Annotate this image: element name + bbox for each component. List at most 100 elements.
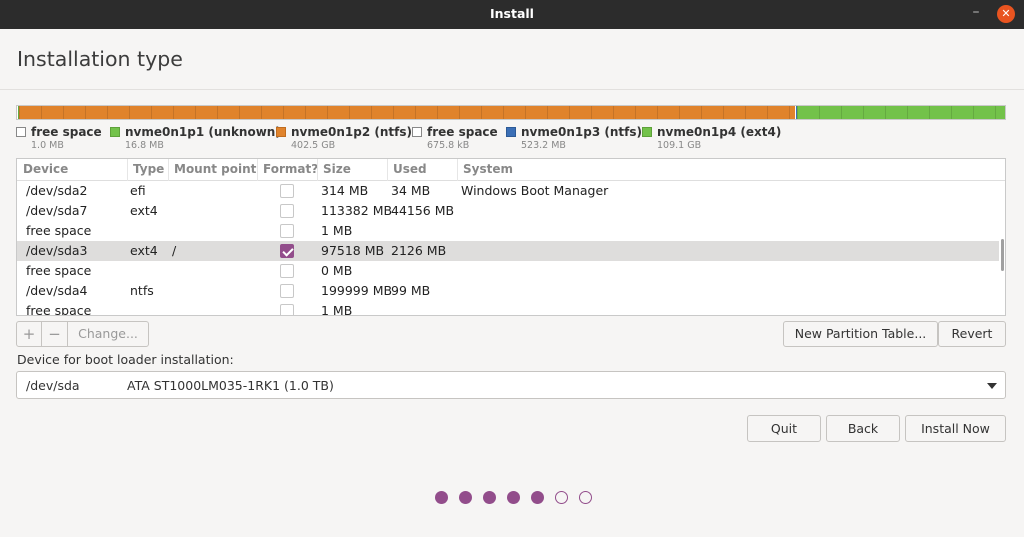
col-used-header[interactable]: Used xyxy=(393,162,427,176)
close-icon[interactable]: ✕ xyxy=(997,5,1015,23)
legend-size: 16.8 MB xyxy=(125,140,164,151)
legend-size: 523.2 MB xyxy=(521,140,566,151)
legend-swatch xyxy=(412,127,422,137)
cell-size: 199999 MB xyxy=(321,283,393,298)
progress-dot-complete xyxy=(435,491,448,504)
boot-loader-label: Device for boot loader installation: xyxy=(17,352,234,367)
partition-bar xyxy=(16,105,1006,120)
table-row[interactable]: free space 0 MB xyxy=(17,261,999,281)
add-partition-button[interactable]: + xyxy=(16,321,42,347)
cell-used: 2126 MB xyxy=(391,243,447,258)
format-checkbox[interactable] xyxy=(280,284,294,298)
boot-device-value: /dev/sda xyxy=(26,378,80,393)
revert-button[interactable]: Revert xyxy=(938,321,1006,347)
remove-partition-button[interactable]: − xyxy=(41,321,68,347)
bar-nvme0n1p4 xyxy=(797,106,1005,119)
column-divider xyxy=(168,159,169,181)
legend-item: nvme0n1p4 (ext4) 109.1 GB xyxy=(642,125,782,155)
column-divider xyxy=(127,159,128,181)
table-row[interactable]: free space 1 MB xyxy=(17,301,999,316)
change-partition-button[interactable]: Change... xyxy=(67,321,149,347)
col-mount-header[interactable]: Mount point xyxy=(174,162,256,176)
progress-dot-pending xyxy=(579,491,592,504)
legend-item: nvme0n1p3 (ntfs) 523.2 MB xyxy=(506,125,642,155)
table-header: Device Type Mount point Format? Size Use… xyxy=(17,159,1005,181)
cell-device: free space xyxy=(26,263,92,278)
boot-loader-select[interactable]: /dev/sda ATA ST1000LM035-1RK1 (1.0 TB) xyxy=(16,371,1006,399)
quit-button[interactable]: Quit xyxy=(747,415,821,442)
legend-size: 109.1 GB xyxy=(657,140,702,151)
cell-size: 113382 MB xyxy=(321,203,393,218)
table-row[interactable]: /dev/sda7 ext4 113382 MB 44156 MB xyxy=(17,201,999,221)
table-row[interactable]: free space 1 MB xyxy=(17,221,999,241)
legend-size: 675.8 kB xyxy=(427,140,470,151)
format-checkbox-checked[interactable] xyxy=(280,244,294,258)
legend-name: free space xyxy=(31,125,102,139)
cell-size: 1 MB xyxy=(321,303,353,316)
format-checkbox[interactable] xyxy=(280,264,294,278)
dropdown-arrow-icon xyxy=(987,383,997,389)
format-checkbox[interactable] xyxy=(280,184,294,198)
format-checkbox[interactable] xyxy=(280,304,294,315)
legend-swatch xyxy=(16,127,26,137)
column-divider xyxy=(457,159,458,181)
legend-swatch xyxy=(110,127,120,137)
window-title: Install xyxy=(490,6,534,21)
legend-item: nvme0n1p1 (unknown) 16.8 MB xyxy=(110,125,281,155)
progress-dot-complete xyxy=(483,491,496,504)
table-row-selected[interactable]: /dev/sda3 ext4 / 97518 MB 2126 MB xyxy=(17,241,999,261)
window-titlebar: Install – ✕ xyxy=(0,0,1024,29)
cell-device: /dev/sda3 xyxy=(26,243,88,258)
progress-dot-complete xyxy=(531,491,544,504)
col-size-header[interactable]: Size xyxy=(323,162,351,176)
cell-size: 97518 MB xyxy=(321,243,385,258)
bar-nvme0n1p2 xyxy=(19,106,795,119)
cell-size: 1 MB xyxy=(321,223,353,238)
cell-device: /dev/sda2 xyxy=(26,183,88,198)
col-format-header[interactable]: Format? xyxy=(263,162,318,176)
cell-used: 44156 MB xyxy=(391,203,455,218)
cell-type: ntfs xyxy=(130,283,154,298)
cell-device: free space xyxy=(26,223,92,238)
boot-device-description: ATA ST1000LM035-1RK1 (1.0 TB) xyxy=(127,378,334,393)
legend-swatch xyxy=(642,127,652,137)
cell-device: /dev/sda7 xyxy=(26,203,88,218)
legend-name: nvme0n1p3 (ntfs) xyxy=(521,125,642,139)
progress-dot-complete xyxy=(459,491,472,504)
table-row[interactable]: /dev/sda2 efi 314 MB 34 MB Windows Boot … xyxy=(17,181,999,201)
col-device-header[interactable]: Device xyxy=(23,162,68,176)
format-checkbox[interactable] xyxy=(280,224,294,238)
legend-swatch xyxy=(506,127,516,137)
cell-type: ext4 xyxy=(130,203,158,218)
progress-dot-pending xyxy=(555,491,568,504)
partition-table[interactable]: Device Type Mount point Format? Size Use… xyxy=(16,158,1006,316)
table-row[interactable]: /dev/sda4 ntfs 199999 MB 99 MB xyxy=(17,281,999,301)
col-type-header[interactable]: Type xyxy=(133,162,164,176)
legend-name: nvme0n1p2 (ntfs) xyxy=(291,125,412,139)
cell-size: 314 MB xyxy=(321,183,369,198)
cell-type: efi xyxy=(130,183,146,198)
column-divider xyxy=(387,159,388,181)
progress-dot-complete xyxy=(507,491,520,504)
cell-device: /dev/sda4 xyxy=(26,283,88,298)
new-partition-table-button[interactable]: New Partition Table... xyxy=(783,321,938,347)
cell-system: Windows Boot Manager xyxy=(461,183,609,198)
page-title: Installation type xyxy=(17,47,183,71)
legend-name: nvme0n1p4 (ext4) xyxy=(657,125,782,139)
install-now-button[interactable]: Install Now xyxy=(905,415,1006,442)
legend-size: 1.0 MB xyxy=(31,140,64,151)
column-divider xyxy=(257,159,258,181)
cell-used: 99 MB xyxy=(391,283,431,298)
back-button[interactable]: Back xyxy=(826,415,900,442)
cell-mount: / xyxy=(172,243,177,258)
legend-item: free space 1.0 MB xyxy=(16,125,116,155)
legend-item: nvme0n1p2 (ntfs) 402.5 GB xyxy=(276,125,412,155)
cell-used: 34 MB xyxy=(391,183,431,198)
minimize-icon[interactable]: – xyxy=(968,4,984,24)
legend-size: 402.5 GB xyxy=(291,140,336,151)
table-scrollbar[interactable] xyxy=(1001,239,1004,271)
legend-swatch xyxy=(276,127,286,137)
legend-item: free space 675.8 kB xyxy=(412,125,502,155)
format-checkbox[interactable] xyxy=(280,204,294,218)
col-system-header[interactable]: System xyxy=(463,162,513,176)
